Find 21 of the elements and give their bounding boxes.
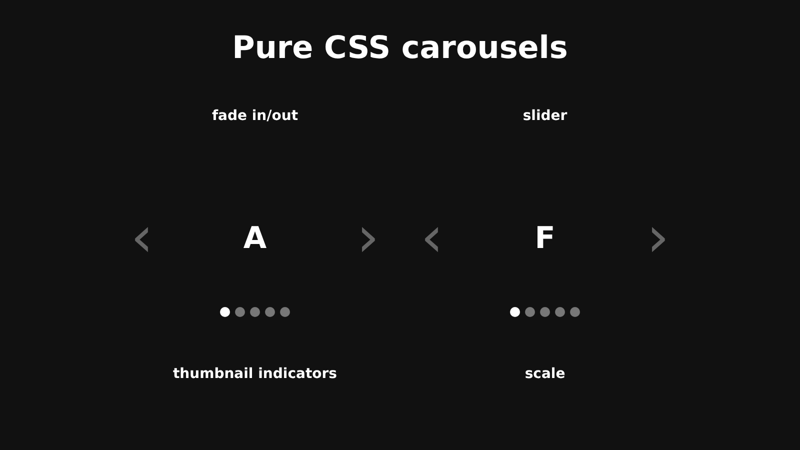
indicator-dot[interactable] (235, 307, 245, 317)
slide-letter: A (243, 220, 267, 256)
indicator-dot[interactable] (570, 307, 580, 317)
indicator-dot[interactable] (220, 307, 230, 317)
indicator-dot[interactable] (510, 307, 520, 317)
carousel-title: scale (524, 365, 566, 384)
carousel-title: thumbnail indicators (172, 365, 337, 384)
next-button[interactable]: › (356, 214, 380, 262)
indicator-dot[interactable] (555, 307, 565, 317)
indicator-dot[interactable] (250, 307, 260, 317)
previous-button[interactable]: ‹ (420, 214, 444, 262)
carousel-title: slider (522, 107, 568, 126)
indicator-dot[interactable] (280, 307, 290, 317)
indicator-dot[interactable] (525, 307, 535, 317)
carousel-title: fade in/out (212, 107, 298, 126)
indicator-dot[interactable] (265, 307, 275, 317)
slide-letter: F (534, 220, 556, 256)
previous-button[interactable]: ‹ (130, 214, 154, 262)
next-button[interactable]: › (646, 214, 670, 262)
indicator-dot[interactable] (540, 307, 550, 317)
page-title: Pure CSS carousels (232, 29, 568, 68)
